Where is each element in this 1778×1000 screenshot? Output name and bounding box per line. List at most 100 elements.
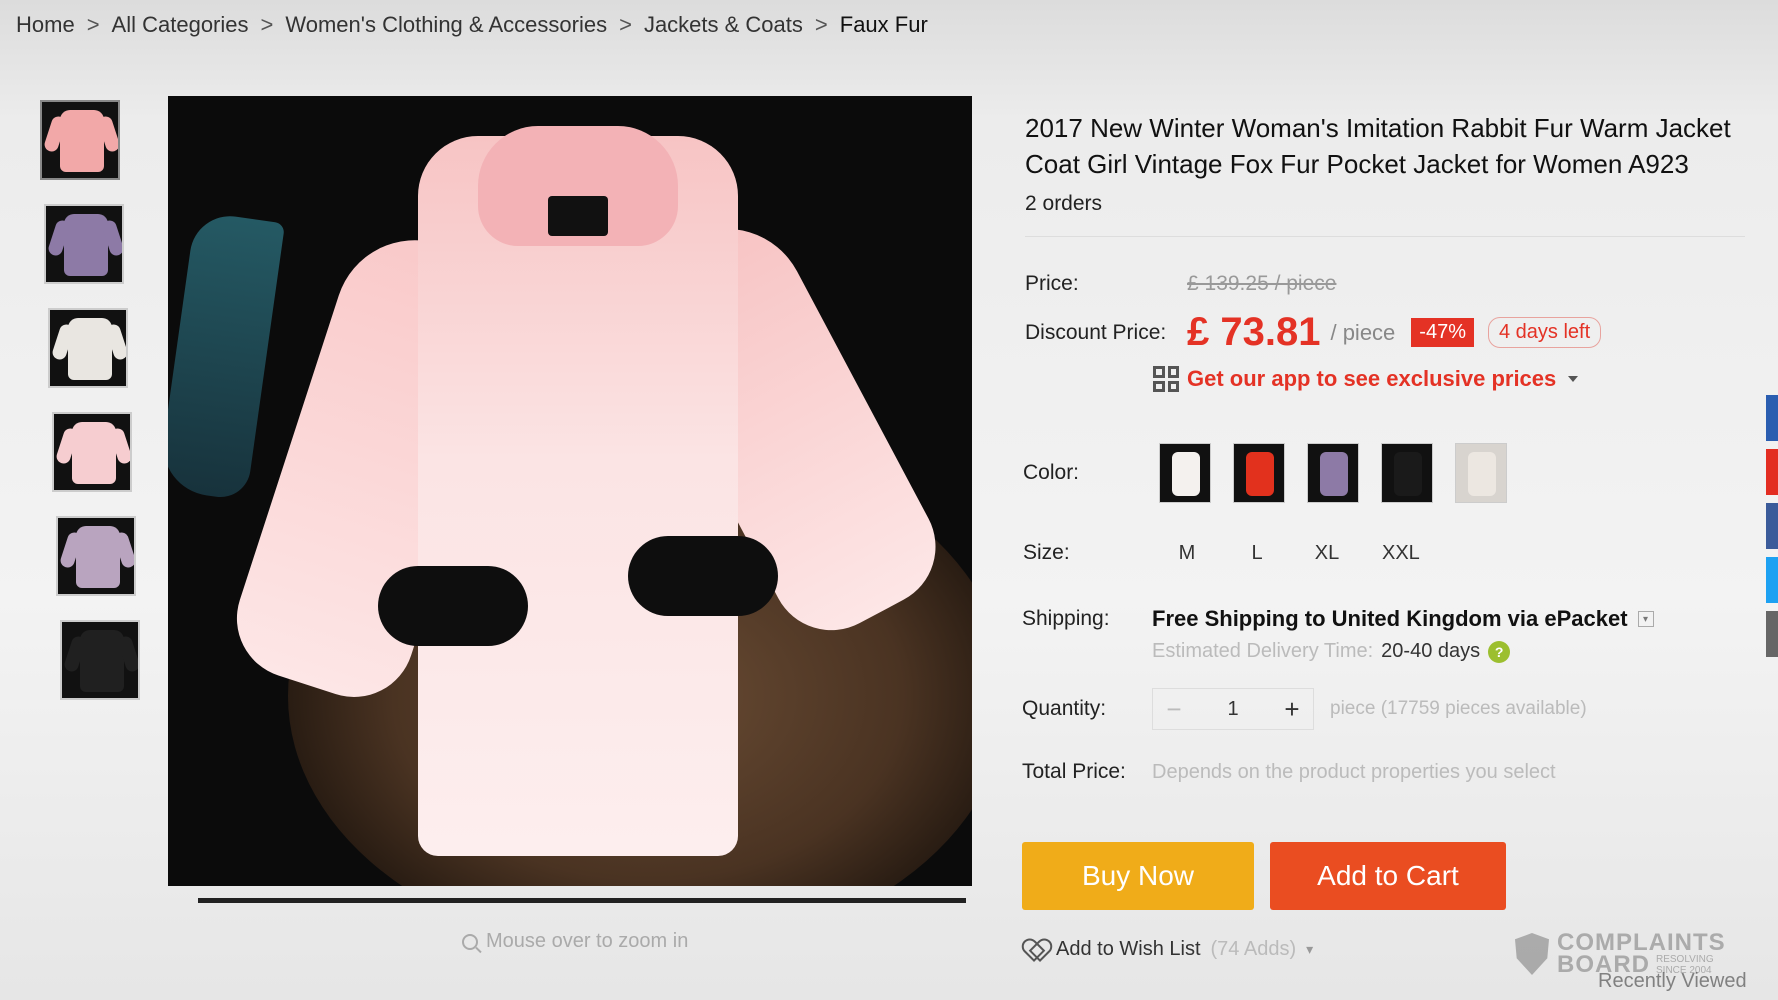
recently-viewed-link[interactable]: Recently Viewed [1598,970,1747,993]
app-promo-text: Get our app to see exclusive prices [1187,366,1557,391]
image-underline [198,898,966,903]
main-product-image[interactable] [168,96,972,886]
product-title: 2017 New Winter Woman's Imitation Rabbit… [1025,113,1731,179]
divider [1025,236,1745,237]
swatch-coat-image [1468,452,1496,496]
add-to-cart-button[interactable]: Add to Cart [1270,842,1506,910]
shipping-method-text: Free Shipping to United Kingdom via ePac… [1152,606,1628,631]
app-promo-row[interactable]: Get our app to see exclusive prices [1153,366,1579,392]
order-count[interactable]: 2 orders [1025,192,1765,216]
delivery-estimate: Estimated Delivery Time: 20-40 days ? [1152,640,1654,663]
days-left-badge: 4 days left [1488,317,1602,348]
coat-pocket-right [628,536,778,616]
quantity-input[interactable] [1195,688,1271,730]
thumb-black-coat[interactable] [60,620,140,700]
quantity-increase-button[interactable]: + [1271,688,1313,730]
quantity-row: Quantity: − + piece (17759 pieces availa… [1022,688,1587,730]
size-option-xxl[interactable]: XXL [1369,534,1433,572]
watermark-resolving: RESOLVING [1656,954,1714,965]
wish-list-row[interactable]: Add to Wish List (74 Adds) ▾ [1024,938,1313,961]
quantity-label: Quantity: [1022,697,1107,720]
breadcrumb-separator: > [260,12,274,37]
thumb-purple-coat[interactable] [44,204,124,284]
quantity-available: piece (17759 pieces available) [1330,698,1587,719]
size-option-m[interactable]: M [1159,534,1215,572]
color-row: Color: [1023,443,1507,503]
color-label: Color: [1023,461,1080,484]
chevron-down-icon[interactable]: ▾ [1637,611,1654,627]
help-icon[interactable]: ? [1488,640,1511,663]
swatch-coat-image [1246,452,1274,496]
app-promo-link[interactable]: Get our app to see exclusive prices [1153,366,1579,392]
size-option-xl[interactable]: XL [1299,534,1355,572]
discount-price-label: Discount Price: [1025,320,1167,344]
caret-down-icon [1568,376,1579,382]
share-tab[interactable] [1766,557,1778,603]
qr-code-icon [1153,366,1179,392]
breadcrumb-separator: > [619,12,632,37]
shipping-method[interactable]: Free Shipping to United Kingdom via ePac… [1152,606,1654,632]
breadcrumb-separator: > [814,12,828,37]
quantity-stepper: − + [1152,688,1314,730]
thumb-white-coat[interactable] [48,308,128,388]
size-label: Size: [1023,541,1070,564]
thumbnail-coat-image [76,526,120,588]
discount-price-row: Discount Price: £ 73.81 / piece -47% 4 d… [1025,310,1602,355]
magnifier-icon [462,933,478,950]
breadcrumb-womens-clothing[interactable]: Women's Clothing & Accessories [285,12,607,38]
thumb-lavender-coat[interactable] [56,516,136,596]
breadcrumb-separator: > [86,12,100,37]
breadcrumb: Home > All Categories > Women's Clothing… [16,12,928,38]
thumbnail-coat-image [64,214,108,276]
original-price: £ 139.25 / piece [1187,272,1337,295]
swatch-coat-image [1320,452,1348,496]
thumbnail-coat-image [68,318,112,380]
color-swatch[interactable] [1233,443,1285,503]
breadcrumb-current: Faux Fur [839,12,928,37]
zoom-hint-text: Mouse over to zoom in [486,930,689,952]
total-price-text: Depends on the product properties you se… [1152,760,1556,783]
coat-pocket-left [378,566,528,646]
delivery-estimate-label: Estimated Delivery Time: [1152,640,1374,662]
size-options: M L XL XXL [1159,534,1433,572]
size-option-l[interactable]: L [1229,534,1285,572]
share-tab[interactable] [1766,611,1778,657]
buy-now-button[interactable]: Buy Now [1022,842,1254,910]
add-to-wish-list[interactable]: Add to Wish List (74 Adds) ▾ [1024,938,1313,961]
share-tab[interactable] [1766,503,1778,549]
action-buttons: Buy Now Add to Cart [1022,842,1506,910]
shipping-row: Shipping: Free Shipping to United Kingdo… [1022,606,1654,663]
breadcrumb-all-categories[interactable]: All Categories [112,12,249,38]
product-details: 2017 New Winter Woman's Imitation Rabbit… [1025,110,1765,237]
total-price-label: Total Price: [1022,760,1126,783]
thumbnail-coat-image [80,630,124,692]
side-share-tabs [1766,395,1778,657]
discount-price: £ 73.81 [1187,310,1321,354]
discount-percent-badge: -47% [1411,318,1474,347]
share-tab[interactable] [1766,395,1778,441]
swatch-coat-image [1172,452,1200,496]
breadcrumb-home[interactable]: Home [16,12,75,38]
chevron-down-icon: ▾ [1306,941,1314,957]
color-swatch[interactable] [1381,443,1433,503]
product-page: Home > All Categories > Women's Clothing… [0,0,1778,1000]
breadcrumb-jackets-coats[interactable]: Jackets & Coats [644,12,803,38]
quantity-decrease-button[interactable]: − [1153,688,1195,730]
thumb-pink-coat[interactable] [40,100,120,180]
zoom-hint: Mouse over to zoom in [462,930,688,953]
per-piece-unit: / piece [1330,319,1396,345]
thumb-pink-back[interactable] [52,412,132,492]
thumbnail-list [40,100,140,700]
thumbnail-coat-image [72,422,116,484]
color-swatch[interactable] [1455,443,1507,503]
color-swatch[interactable] [1159,443,1211,503]
thumbnail-coat-image [60,110,104,172]
wish-list-label: Add to Wish List [1056,938,1201,960]
share-tab[interactable] [1766,449,1778,495]
color-swatch[interactable] [1307,443,1359,503]
shield-logo-icon [1515,933,1549,975]
shipping-label: Shipping: [1022,607,1110,630]
color-swatches [1159,443,1507,503]
wish-list-count: (74 Adds) [1210,938,1297,960]
size-row: Size: M L XL XXL [1023,534,1433,572]
